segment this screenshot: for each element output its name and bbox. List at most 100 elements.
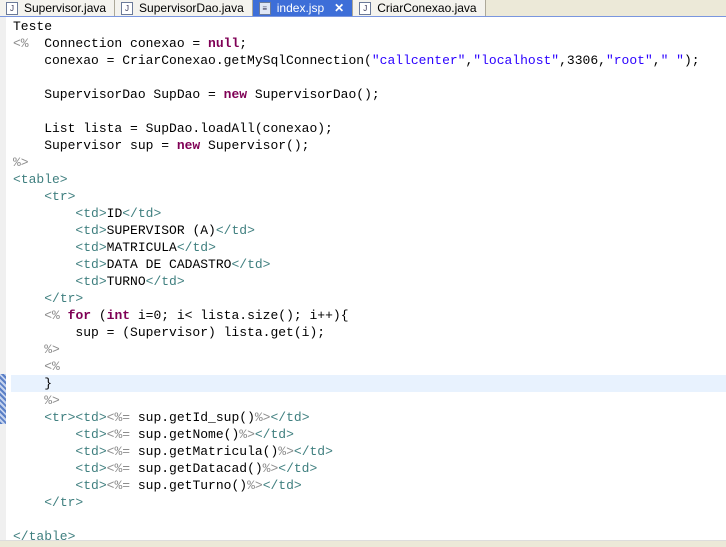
tab-label: CriarConexao.java: [377, 1, 477, 15]
code-line[interactable]: <td><%= sup.getMatricula()%></td>: [13, 443, 726, 460]
jsp-delimiter: <%: [44, 308, 60, 323]
code-line[interactable]: <table>: [13, 171, 726, 188]
html-tag: </td>: [254, 427, 294, 442]
tab-label: Supervisor.java: [24, 1, 107, 15]
code-text: ID: [106, 206, 123, 221]
html-tag: </td>: [176, 240, 216, 255]
tab-supervisordao-java[interactable]: J SupervisorDao.java: [115, 0, 253, 16]
html-tag: </td>: [262, 478, 302, 493]
code-line[interactable]: List lista = SupDao.loadAll(conexao);: [13, 120, 726, 137]
overview-ruler-marker[interactable]: [0, 374, 6, 424]
code-text: sup.getMatricula(): [130, 444, 279, 459]
code-line[interactable]: <td>SUPERVISOR (A)</td>: [13, 222, 726, 239]
code-text: sup = (Supervisor) lista.get(i);: [13, 325, 326, 340]
code-text: Connection conexao =: [28, 36, 209, 51]
jsp-delimiter: <%=: [106, 427, 131, 442]
code-text: sup.getDatacad(): [130, 461, 263, 476]
tab-supervisor-java[interactable]: J Supervisor.java: [0, 0, 116, 16]
horizontal-scrollbar[interactable]: [0, 540, 726, 547]
java-keyword: new: [176, 138, 201, 153]
code-line[interactable]: SupervisorDao SupDao = new SupervisorDao…: [13, 86, 726, 103]
code-line[interactable]: </tr>: [13, 494, 726, 511]
code-line[interactable]: Teste: [13, 18, 726, 35]
code-line[interactable]: %>: [13, 392, 726, 409]
code-text: conexao = CriarConexao.getMySqlConnectio…: [13, 53, 372, 68]
code-text: Teste: [13, 19, 53, 34]
code-text: SupervisorDao();: [247, 87, 380, 102]
html-tag: </td>: [293, 444, 333, 459]
code-line[interactable]: <td>ID</td>: [13, 205, 726, 222]
code-text: Supervisor();: [200, 138, 310, 153]
html-tag: </tr>: [44, 495, 84, 510]
jsp-delimiter: <%=: [106, 410, 131, 425]
string-literal: " ": [660, 53, 684, 68]
java-file-icon: J: [121, 1, 134, 15]
code-text: MATRICULA: [106, 240, 177, 255]
tab-criarconexao-java[interactable]: J CriarConexao.java: [353, 0, 486, 16]
jsp-delimiter: %>: [247, 478, 263, 493]
html-tag: </td>: [145, 274, 185, 289]
html-tag: <td>: [75, 444, 107, 459]
code-line[interactable]: <% for (int i=0; i< lista.size(); i++){: [13, 307, 726, 324]
html-tag: <tr>: [44, 189, 76, 204]
code-line[interactable]: %>: [13, 154, 726, 171]
code-line[interactable]: sup = (Supervisor) lista.get(i);: [13, 324, 726, 341]
code-line[interactable]: <td><%= sup.getNome()%></td>: [13, 426, 726, 443]
code-line[interactable]: <tr>: [13, 188, 726, 205]
close-icon[interactable]: ✕: [334, 1, 344, 15]
code-line[interactable]: }: [11, 375, 726, 392]
jsp-delimiter: %>: [262, 461, 279, 476]
java-keyword: for: [67, 308, 92, 323]
jsp-delimiter: %>: [44, 393, 60, 408]
code-line[interactable]: <tr><td><%= sup.getId_sup()%></td>: [13, 409, 726, 426]
code-line[interactable]: </tr>: [13, 290, 726, 307]
java-file-icon: J: [6, 1, 18, 15]
code-line[interactable]: <td>DATA DE CADASTRO</td>: [13, 256, 726, 273]
code-editor[interactable]: Teste <% Connection conexao = null; conex…: [11, 18, 726, 545]
html-tag: <td>: [75, 427, 107, 442]
code-text: SupervisorDao SupDao =: [13, 87, 224, 102]
jsp-delimiter: <%: [44, 359, 60, 374]
code-line[interactable]: %>: [13, 341, 726, 358]
jsp-file-icon: ≡: [258, 1, 271, 15]
string-literal: "localhost": [473, 53, 560, 68]
code-line[interactable]: conexao = CriarConexao.getMySqlConnectio…: [13, 52, 726, 69]
jsp-delimiter: %>: [13, 155, 29, 170]
code-line[interactable]: <%: [13, 358, 726, 375]
code-line[interactable]: <td><%= sup.getTurno()%></td>: [13, 477, 726, 494]
html-tag: <table>: [13, 172, 68, 187]
tab-label: SupervisorDao.java: [139, 1, 244, 15]
code-line[interactable]: <% Connection conexao = null;: [13, 35, 726, 52]
jsp-delimiter: <%=: [106, 461, 131, 476]
jsp-delimiter: %>: [239, 427, 255, 442]
java-keyword: new: [223, 87, 248, 102]
tab-index-jsp[interactable]: ≡ index.jsp ✕: [252, 0, 354, 16]
html-tag: <td>: [75, 478, 107, 493]
code-text: );: [683, 53, 700, 68]
jsp-delimiter: %>: [278, 444, 294, 459]
code-line[interactable]: <td><%= sup.getDatacad()%></td>: [13, 460, 726, 477]
java-keyword: null: [208, 36, 240, 51]
code-line[interactable]: [13, 511, 726, 528]
html-tag: </td>: [278, 461, 318, 476]
html-tag: </tr>: [44, 291, 84, 306]
code-line[interactable]: [13, 103, 726, 120]
code-text: sup.getTurno(): [130, 478, 248, 493]
code-line[interactable]: <td>MATRICULA</td>: [13, 239, 726, 256]
code-line[interactable]: <td>TURNO</td>: [13, 273, 726, 290]
code-line[interactable]: [13, 69, 726, 86]
jsp-delimiter: <%=: [106, 444, 131, 459]
code-line[interactable]: Supervisor sup = new Supervisor();: [13, 137, 726, 154]
